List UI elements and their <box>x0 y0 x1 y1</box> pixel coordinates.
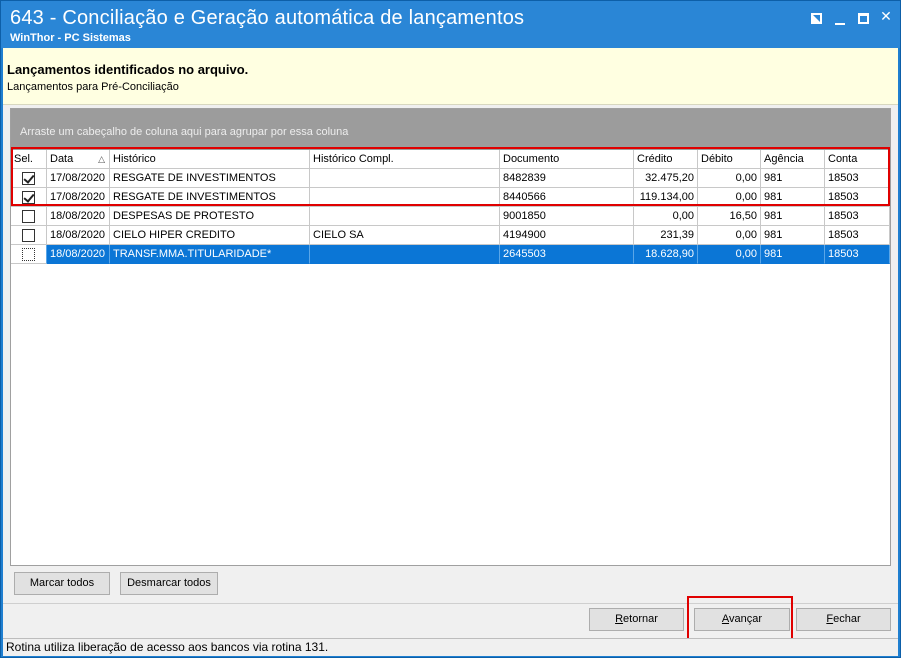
group-by-hint: Arraste um cabeçalho de coluna aqui para… <box>20 126 349 138</box>
row-select-checkbox[interactable] <box>22 172 35 185</box>
row-historico-cell[interactable]: DESPESAS DE PROTESTO <box>110 207 310 226</box>
maximize-icon[interactable] <box>854 7 872 25</box>
row-documento-cell[interactable]: 4194900 <box>500 226 634 245</box>
minimize-icon[interactable] <box>831 7 849 25</box>
avancar-hotkey: A <box>721 613 730 625</box>
row-historico-compl-cell[interactable] <box>310 188 500 207</box>
column-header-agencia[interactable]: Agência <box>761 150 825 169</box>
row-select-checkbox[interactable] <box>22 191 35 204</box>
column-header-data-label: Data <box>50 153 74 165</box>
sort-ascending-icon: △ <box>98 154 105 164</box>
row-date-cell[interactable]: 18/08/2020 <box>47 226 110 245</box>
row-select-cell[interactable] <box>11 245 47 264</box>
row-credito-cell[interactable]: 119.134,00 <box>634 188 698 207</box>
retornar-button[interactable]: Retornar <box>589 608 684 631</box>
row-conta-cell[interactable]: 18503 <box>825 226 890 245</box>
column-header-data[interactable]: Data △ <box>47 150 110 169</box>
window-title: 643 - Conciliação e Geração automática d… <box>10 7 525 29</box>
row-credito-cell[interactable]: 0,00 <box>634 207 698 226</box>
row-debito-cell[interactable]: 16,50 <box>698 207 761 226</box>
column-header-sel[interactable]: Sel. <box>11 150 47 169</box>
row-documento-cell[interactable]: 9001850 <box>500 207 634 226</box>
status-bar: Rotina utiliza liberação de acesso aos b… <box>3 638 898 656</box>
row-date-cell[interactable]: 18/08/2020 <box>47 245 110 264</box>
grid-header-row: Sel. Data △ Histórico Histórico Compl. D… <box>11 150 890 169</box>
restore-glyph-icon <box>810 13 822 24</box>
lancamentos-grid[interactable]: Arraste um cabeçalho de coluna aqui para… <box>10 108 891 566</box>
table-row[interactable]: 17/08/2020 RESGATE DE INVESTIMENTOS 844056… <box>11 188 890 207</box>
retornar-label: etornar <box>623 613 658 625</box>
maximize-glyph-icon <box>857 13 869 24</box>
row-agencia-cell[interactable]: 981 <box>761 245 825 264</box>
app-window: 643 - Conciliação e Geração automática d… <box>0 0 901 658</box>
row-select-cell[interactable] <box>11 207 47 226</box>
row-debito-cell[interactable]: 0,00 <box>698 169 761 188</box>
row-select-cell[interactable] <box>11 188 47 207</box>
row-select-cell[interactable] <box>11 226 47 245</box>
table-row[interactable]: 18/08/2020 CIELO HIPER CREDITO CIELO SA 419… <box>11 226 890 245</box>
fechar-label: echar <box>833 613 861 625</box>
row-select-checkbox[interactable] <box>22 248 35 261</box>
retornar-hotkey: R <box>615 613 624 625</box>
column-header-documento[interactable]: Documento <box>500 150 634 169</box>
row-select-checkbox[interactable] <box>22 229 35 242</box>
window-subtitle: WinThor - PC Sistemas <box>10 32 131 44</box>
row-agencia-cell[interactable]: 981 <box>761 226 825 245</box>
table-row[interactable]: 18/08/2020 TRANSF.MMA.TITULARIDADE* 264550… <box>11 245 890 264</box>
row-agencia-cell[interactable]: 981 <box>761 188 825 207</box>
row-agencia-cell[interactable]: 981 <box>761 169 825 188</box>
minimize-glyph-icon <box>835 23 845 25</box>
row-debito-cell[interactable]: 0,00 <box>698 245 761 264</box>
row-select-checkbox[interactable] <box>22 210 35 223</box>
row-credito-cell[interactable]: 231,39 <box>634 226 698 245</box>
row-historico-compl-cell[interactable] <box>310 169 500 188</box>
row-historico-compl-cell[interactable]: CIELO SA <box>310 226 500 245</box>
row-historico-cell[interactable]: TRANSF.MMA.TITULARIDADE* <box>110 245 310 264</box>
title-bar[interactable]: 643 - Conciliação e Geração automática d… <box>1 1 900 48</box>
row-documento-cell[interactable]: 2645503 <box>500 245 634 264</box>
info-panel: Lançamentos identificados no arquivo. La… <box>3 48 898 105</box>
row-date-cell[interactable]: 17/08/2020 <box>47 169 110 188</box>
row-debito-cell[interactable]: 0,00 <box>698 188 761 207</box>
row-historico-cell[interactable]: RESGATE DE INVESTIMENTOS <box>110 188 310 207</box>
row-date-cell[interactable]: 18/08/2020 <box>47 207 110 226</box>
row-date-cell[interactable]: 17/08/2020 <box>47 188 110 207</box>
desmarcar-todos-button[interactable]: Desmarcar todos <box>120 572 218 595</box>
info-title: Lançamentos identificados no arquivo. <box>7 62 249 77</box>
group-by-panel[interactable]: Arraste um cabeçalho de coluna aqui para… <box>11 109 890 150</box>
fechar-button[interactable]: Fechar <box>796 608 891 631</box>
row-conta-cell[interactable]: 18503 <box>825 245 890 264</box>
row-credito-cell[interactable]: 18.628,90 <box>634 245 698 264</box>
row-historico-cell[interactable]: RESGATE DE INVESTIMENTOS <box>110 169 310 188</box>
table-row[interactable]: 17/08/2020 RESGATE DE INVESTIMENTOS 848283… <box>11 169 890 188</box>
row-agencia-cell[interactable]: 981 <box>761 207 825 226</box>
column-header-historico-compl[interactable]: Histórico Compl. <box>310 150 500 169</box>
info-subtitle: Lançamentos para Pré-Conciliação <box>7 81 179 93</box>
row-historico-compl-cell[interactable] <box>310 245 500 264</box>
restore-icon[interactable] <box>807 7 825 25</box>
column-header-historico[interactable]: Histórico <box>110 150 310 169</box>
row-conta-cell[interactable]: 18503 <box>825 207 890 226</box>
avancar-button[interactable]: Avançar <box>694 608 790 631</box>
column-header-credito[interactable]: Crédito <box>634 150 698 169</box>
row-credito-cell[interactable]: 32.475,20 <box>634 169 698 188</box>
row-conta-cell[interactable]: 18503 <box>825 169 890 188</box>
row-documento-cell[interactable]: 8482839 <box>500 169 634 188</box>
row-debito-cell[interactable]: 0,00 <box>698 226 761 245</box>
client-area: Lançamentos identificados no arquivo. La… <box>3 48 898 656</box>
column-header-conta[interactable]: Conta <box>825 150 890 169</box>
column-header-debito[interactable]: Débito <box>698 150 761 169</box>
row-historico-cell[interactable]: CIELO HIPER CREDITO <box>110 226 310 245</box>
table-row[interactable]: 18/08/2020 DESPESAS DE PROTESTO 9001850 0,0… <box>11 207 890 226</box>
row-conta-cell[interactable]: 18503 <box>825 188 890 207</box>
marcar-todos-button[interactable]: Marcar todos <box>14 572 110 595</box>
avancar-label: vançar <box>729 613 763 625</box>
close-icon[interactable]: ✕ <box>877 7 895 25</box>
row-select-cell[interactable] <box>11 169 47 188</box>
row-historico-compl-cell[interactable] <box>310 207 500 226</box>
row-documento-cell[interactable]: 8440566 <box>500 188 634 207</box>
